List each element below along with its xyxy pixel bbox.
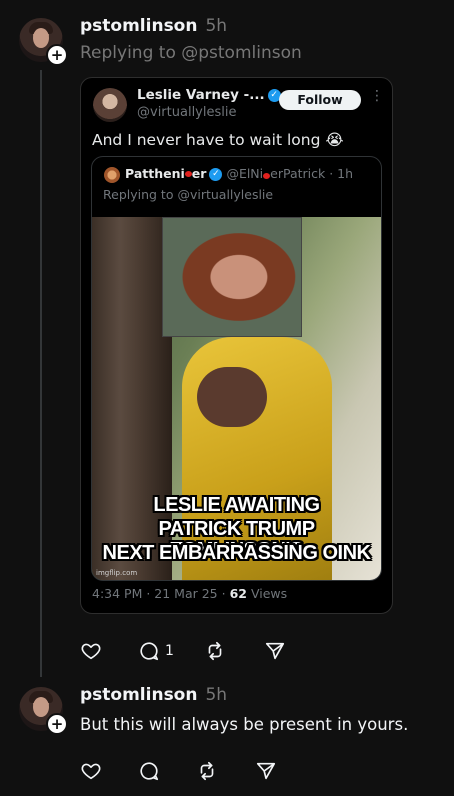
- post-text: But this will always be present in yours…: [80, 715, 409, 734]
- author-avatar[interactable]: +: [19, 18, 68, 66]
- share-button[interactable]: [264, 640, 286, 662]
- meme-line-3: NEXT EMBARRASSING OINK: [102, 542, 371, 564]
- replying-to: Replying to @pstomlinson: [80, 43, 302, 63]
- heart-icon: [81, 643, 101, 660]
- reply-count: 1: [165, 643, 174, 659]
- embed-meta: 4:34 PM · 21 Mar 25 · 62 Views: [92, 586, 288, 601]
- embed-text: And I never have to wait long 😭: [92, 131, 344, 149]
- repost-button[interactable]: [196, 760, 218, 782]
- post-header: pstomlinson 5h: [80, 685, 227, 705]
- quoted-tweet[interactable]: Pattheni er ✓ @ElNi erPatrick · 1h Replying …: [91, 156, 382, 581]
- embed-handle: @virtuallyleslie: [137, 105, 237, 120]
- repost-icon: [200, 761, 214, 781]
- post-header: pstomlinson 5h: [80, 16, 227, 36]
- username[interactable]: pstomlinson: [80, 16, 197, 36]
- watermark: imgflip.com: [96, 569, 138, 577]
- quote-replying-to: Replying to @virtuallyleslie: [103, 187, 274, 202]
- red-scribble: [184, 171, 192, 177]
- meme-line-1: LESLIE AWAITING: [153, 494, 320, 516]
- verified-badge-icon: ✓: [209, 168, 223, 181]
- embed-avatar: [93, 88, 127, 122]
- post-time: 5h: [205, 685, 228, 705]
- like-button[interactable]: [80, 640, 102, 662]
- comment-icon: [140, 762, 159, 781]
- repost-icon: [208, 641, 222, 661]
- quote-author: Pattheni er ✓ @ElNi erPatrick · 1h: [125, 166, 354, 181]
- embedded-tweet[interactable]: Leslie Varney -... ✓ @virtuallyleslie Fol…: [80, 77, 393, 614]
- like-button[interactable]: [80, 760, 102, 782]
- face-inset: [162, 217, 302, 337]
- more-options-icon[interactable]: ⋮: [370, 88, 384, 104]
- quote-avatar: [104, 167, 120, 183]
- repost-button[interactable]: [204, 640, 226, 662]
- post-time: 5h: [205, 16, 228, 36]
- follow-plus-icon[interactable]: +: [46, 713, 68, 735]
- heart-icon: [81, 763, 101, 780]
- hands: [197, 367, 267, 427]
- reply-button[interactable]: 1: [138, 640, 174, 662]
- reply-button[interactable]: [138, 760, 160, 782]
- share-button[interactable]: [255, 760, 277, 782]
- send-icon: [265, 642, 285, 660]
- thread-line: [40, 70, 42, 677]
- comment-icon: [140, 642, 159, 661]
- username[interactable]: pstomlinson: [80, 685, 197, 705]
- follow-button[interactable]: Follow: [279, 90, 361, 110]
- embed-author: Leslie Varney -... ✓: [137, 87, 281, 103]
- follow-plus-icon[interactable]: +: [46, 44, 68, 66]
- send-icon: [256, 762, 276, 780]
- author-avatar[interactable]: +: [19, 687, 68, 735]
- meme-image[interactable]: LESLIE AWAITING PATRICK TRUMP TOMLINSON'…: [92, 217, 381, 580]
